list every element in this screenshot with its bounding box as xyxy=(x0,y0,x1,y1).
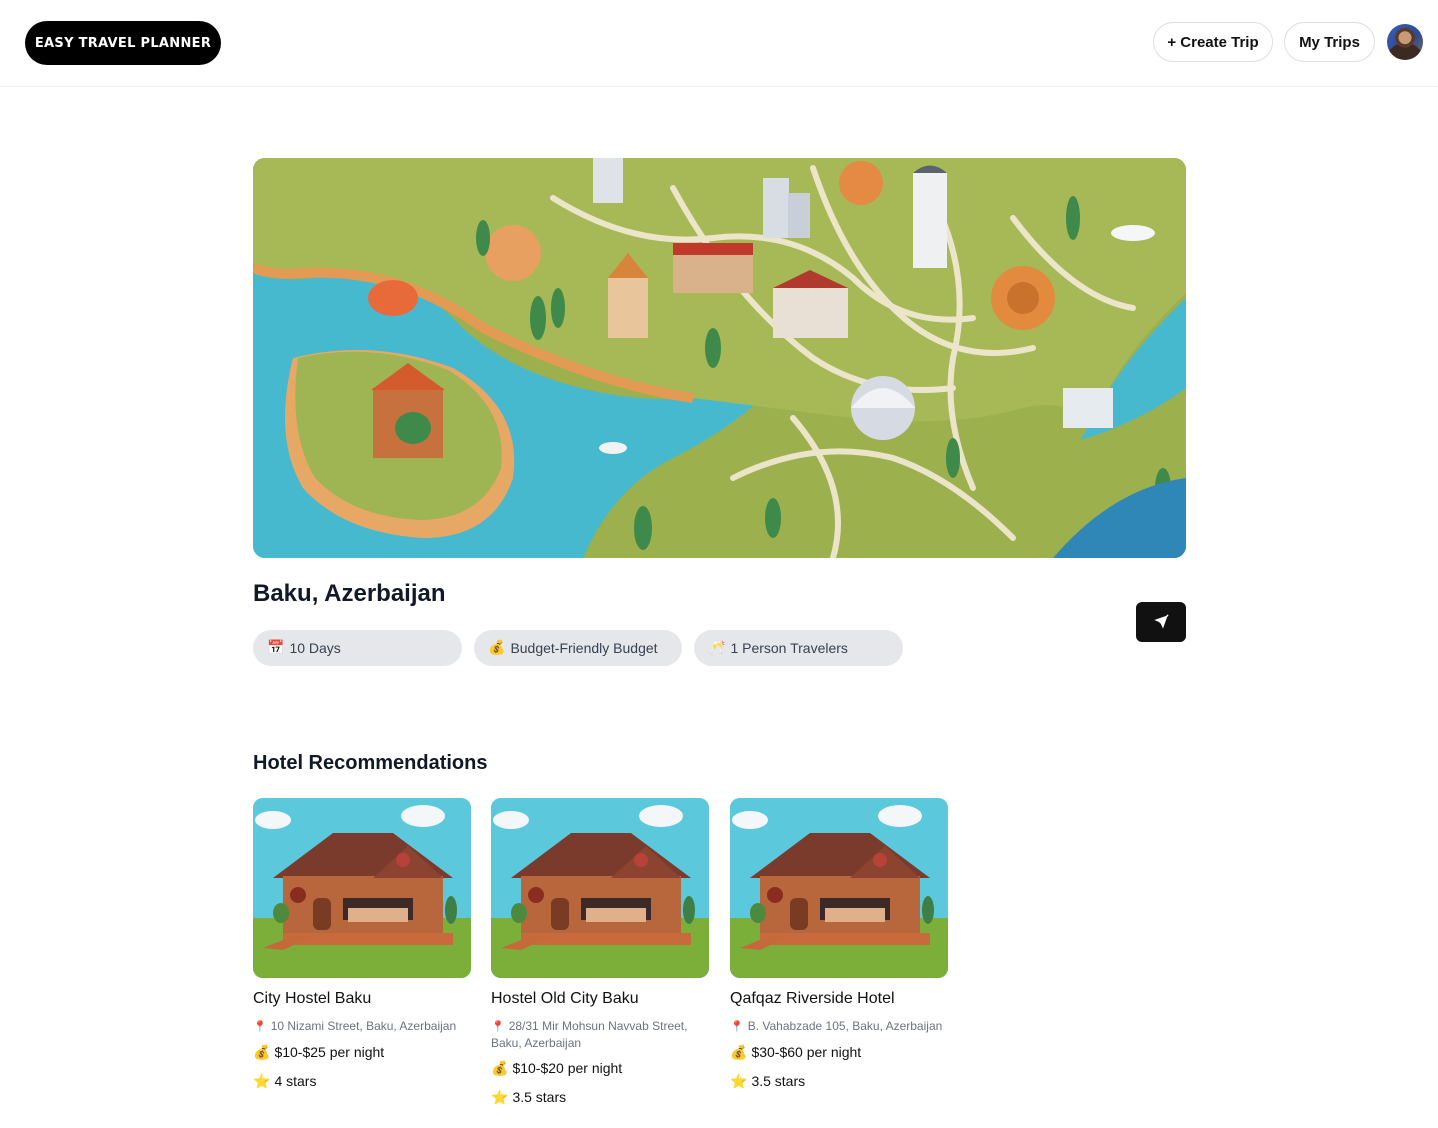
my-trips-button[interactable]: My Trips xyxy=(1284,22,1375,62)
hotel-card[interactable]: Hostel Old City Baku 📍 28/31 Mir Mohsun N… xyxy=(491,798,709,1109)
send-icon xyxy=(1154,614,1169,629)
destination-title: Baku, Azerbaijan xyxy=(253,580,446,607)
trip-budget-chip: 💰 Budget-Friendly Budget xyxy=(474,630,682,666)
hotel-rating-text: 4 stars xyxy=(274,1073,317,1089)
trip-travelers-chip: 🥂 1 Person Travelers xyxy=(694,630,903,666)
hotel-card[interactable]: Qafqaz Riverside Hotel 📍 B. Vahabzade 105… xyxy=(730,798,948,1093)
create-trip-button[interactable]: + Create Trip xyxy=(1153,22,1273,62)
hotel-rating: ⭐ 3.5 stars xyxy=(730,1070,948,1093)
app-header: EASY TRAVEL PLANNER + Create Trip My Tri… xyxy=(0,0,1438,87)
hotel-address: 📍 10 Nizami Street, Baku, Azerbaijan xyxy=(253,1018,471,1035)
hotel-price: 💰 $30-$60 per night xyxy=(730,1041,948,1064)
hotel-address-text: 10 Nizami Street, Baku, Azerbaijan xyxy=(270,1019,457,1033)
hotel-rating-text: 3.5 stars xyxy=(512,1089,567,1105)
money-bag-icon: 💰 xyxy=(491,1061,509,1077)
hotel-price-text: $10-$25 per night xyxy=(274,1044,385,1060)
trip-travelers-label: 1 Person Travelers xyxy=(730,640,848,656)
hotel-address: 📍 B. Vahabzade 105, Baku, Azerbaijan xyxy=(730,1018,948,1035)
hotel-rating: ⭐ 3.5 stars xyxy=(491,1086,709,1109)
money-bag-icon: 💰 xyxy=(730,1045,748,1061)
hotel-price: 💰 $10-$20 per night xyxy=(491,1057,709,1080)
money-bag-icon: 💰 xyxy=(488,640,506,656)
location-pin-icon: 📍 xyxy=(491,1021,505,1033)
hotel-price-text: $10-$20 per night xyxy=(512,1060,623,1076)
trip-days-label: 10 Days xyxy=(289,640,341,656)
hotel-rating: ⭐ 4 stars xyxy=(253,1070,471,1093)
trip-budget-label: Budget-Friendly Budget xyxy=(510,640,658,656)
calendar-icon: 📅 xyxy=(267,640,285,656)
hotel-rating-text: 3.5 stars xyxy=(751,1073,806,1089)
star-icon: ⭐ xyxy=(491,1090,509,1106)
hotel-price: 💰 $10-$25 per night xyxy=(253,1041,471,1064)
hotel-address: 📍 28/31 Mir Mohsun Navvab Street, Baku, A… xyxy=(491,1018,709,1051)
star-icon: ⭐ xyxy=(253,1074,271,1090)
hotel-name: City Hostel Baku xyxy=(253,990,372,1007)
hotel-card[interactable]: City Hostel Baku 📍 10 Nizami Street, Baku… xyxy=(253,798,471,1093)
trip-days-chip: 📅 10 Days xyxy=(253,630,462,666)
money-bag-icon: 💰 xyxy=(253,1045,271,1061)
hotel-name: Hostel Old City Baku xyxy=(491,990,639,1007)
clinking-glasses-icon: 🥂 xyxy=(708,640,726,656)
hotel-name: Qafqaz Riverside Hotel xyxy=(730,990,895,1007)
location-pin-icon: 📍 xyxy=(253,1021,267,1033)
hotel-price-text: $30-$60 per night xyxy=(751,1044,862,1060)
hotel-section-title: Hotel Recommendations xyxy=(253,752,488,774)
avatar[interactable] xyxy=(1387,24,1423,60)
share-button[interactable] xyxy=(1136,602,1186,642)
hotel-image xyxy=(491,798,709,978)
star-icon: ⭐ xyxy=(730,1074,748,1090)
hotel-image xyxy=(253,798,471,978)
destination-hero-image xyxy=(253,158,1186,558)
hotel-address-text: B. Vahabzade 105, Baku, Azerbaijan xyxy=(747,1019,943,1033)
logo[interactable]: EASY TRAVEL PLANNER xyxy=(25,21,221,65)
hotel-image xyxy=(730,798,948,978)
hotel-address-text: 28/31 Mir Mohsun Navvab Street, Baku, Az… xyxy=(491,1019,688,1050)
location-pin-icon: 📍 xyxy=(730,1021,744,1033)
